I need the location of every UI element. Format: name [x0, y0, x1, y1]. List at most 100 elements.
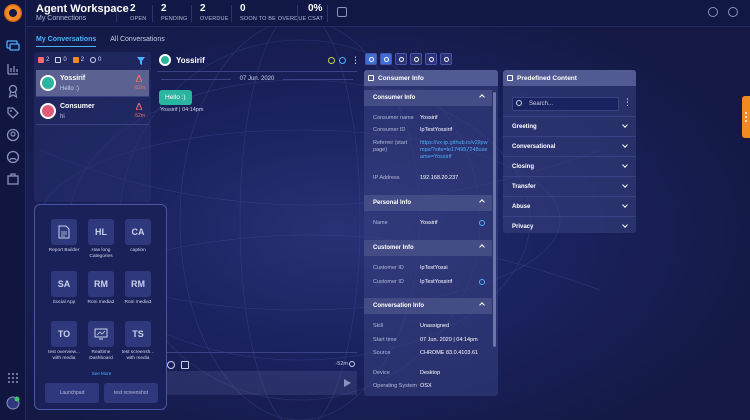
search-input[interactable]: Search... — [512, 97, 619, 111]
status-icon[interactable] — [328, 57, 335, 64]
see-more-link[interactable]: See More — [35, 371, 168, 376]
launchpad-button[interactable]: Launchpad — [45, 383, 99, 403]
category-label: Abuse — [512, 204, 530, 210]
category-conversational[interactable]: Conversational — [503, 136, 636, 156]
help-icon[interactable] — [708, 7, 718, 17]
app-label: Roni media2 — [83, 300, 119, 306]
info-key: Source — [373, 350, 419, 357]
kpi-csat[interactable]: 0% CSAT — [308, 3, 323, 22]
notes-button[interactable] — [395, 53, 407, 65]
agent-avatar[interactable] — [5, 395, 21, 411]
emoji-icon[interactable] — [167, 361, 175, 369]
conversation-name: Yossirif — [60, 75, 85, 82]
avatar — [40, 103, 56, 119]
app-tile: TO — [51, 321, 77, 347]
app-caption[interactable]: CA caption — [120, 219, 156, 254]
expand-icon[interactable] — [337, 7, 347, 17]
app-label: Report Builder — [46, 248, 82, 254]
conversation-item[interactable]: Yossirif Hello :) -52m — [36, 70, 149, 97]
counter-overdue[interactable]: 2 — [73, 57, 84, 63]
chevron-down-icon — [622, 182, 628, 188]
category-greeting[interactable]: Greeting — [503, 116, 636, 136]
category-closing[interactable]: Closing — [503, 156, 636, 176]
counter-waiting[interactable]: 0 — [90, 57, 101, 63]
section-customer-info[interactable]: Customer Info — [364, 240, 492, 256]
counter-value: 0 — [98, 57, 101, 63]
award-icon[interactable] — [5, 83, 21, 99]
info-value: IpTestYossirif — [420, 127, 488, 134]
tag-icon[interactable] — [5, 105, 21, 121]
predefined-content-header: Predefined Content — [503, 70, 636, 86]
app-test-screenshot[interactable]: TS test screensh... with media — [120, 321, 156, 361]
conversation-item[interactable]: Consumer hi -52m — [36, 98, 149, 125]
kpi-pending[interactable]: 2 PENDING — [161, 3, 187, 22]
app-test-overview[interactable]: TO test overview... with media — [46, 321, 82, 361]
category-transfer[interactable]: Transfer — [503, 176, 636, 196]
reports-icon[interactable] — [5, 61, 21, 77]
section-consumer-info[interactable]: Consumer Info — [364, 90, 492, 106]
delete-button[interactable] — [440, 53, 452, 65]
app-has-long-categories[interactable]: HL Has long Categories — [83, 219, 119, 259]
info-key: Consumer ID — [373, 127, 419, 134]
kpi-divider — [327, 5, 328, 22]
logo-icon — [4, 4, 22, 22]
filter-icon[interactable] — [137, 57, 145, 65]
app-label: Has long Categories — [83, 248, 119, 259]
predefined-content-button[interactable] — [380, 53, 392, 65]
scrollbar[interactable] — [493, 92, 496, 347]
canned-responses-icon[interactable] — [181, 361, 189, 369]
app-label: caption — [120, 248, 156, 254]
app-social-app[interactable]: SA Social App — [46, 271, 82, 306]
info-value: Yossirif — [420, 115, 488, 122]
category-label: Closing — [512, 164, 534, 170]
chevron-down-icon — [622, 122, 628, 128]
app-roni-media3[interactable]: RM Roni media3 — [120, 271, 156, 306]
send-icon[interactable] — [344, 379, 351, 387]
app-tile: RM — [88, 271, 114, 297]
kpi-divider — [191, 5, 192, 22]
section-personal-info[interactable]: Personal Info — [364, 195, 492, 211]
check-icon[interactable] — [339, 57, 346, 64]
more-icon[interactable]: ⋮ — [351, 55, 360, 66]
message-bubble: Hello :) — [159, 90, 192, 105]
edit-button[interactable] — [410, 53, 422, 65]
info-key: Skill — [373, 323, 419, 330]
more-icon[interactable]: ⋮ — [623, 97, 632, 108]
info-key: Customer ID — [373, 279, 419, 286]
user-icon[interactable] — [5, 127, 21, 143]
chevron-down-icon — [622, 162, 628, 168]
document-icon — [51, 219, 77, 245]
message-input[interactable] — [157, 371, 357, 395]
conversations-icon[interactable] — [5, 38, 21, 54]
team-icon[interactable] — [5, 149, 21, 165]
counter-urgent[interactable]: 2 — [38, 57, 49, 63]
settings-icon[interactable] — [728, 7, 738, 17]
app-roni-media2[interactable]: RM Roni media2 — [83, 271, 119, 306]
chevron-up-icon — [479, 199, 485, 205]
kpi-value: 2 — [161, 3, 187, 14]
info-key: IP Address — [373, 175, 419, 182]
app-grid-icon[interactable] — [5, 370, 21, 386]
section-conversation-info[interactable]: Conversation Info — [364, 298, 492, 314]
history-button[interactable] — [425, 53, 437, 65]
kpi-open[interactable]: 2 OPEN — [130, 3, 146, 22]
counter-value: 0 — [63, 57, 66, 63]
side-drawer-handle[interactable] — [742, 96, 750, 138]
pinned-app-button[interactable]: test screenshot — [104, 383, 158, 403]
tab-my-conversations[interactable]: My Conversations — [36, 36, 96, 47]
counter-idle[interactable]: 0 — [55, 57, 66, 63]
category-abuse[interactable]: Abuse — [503, 196, 636, 216]
kpi-label: CSAT — [308, 16, 323, 22]
app-realtime-dashboard[interactable]: Realtime Dashboard — [83, 321, 119, 361]
consumer-info-button[interactable] — [365, 53, 377, 65]
chevron-up-icon — [479, 94, 485, 100]
category-label: Privacy — [512, 224, 533, 230]
kpi-value: 2 — [200, 3, 229, 14]
campaign-icon[interactable] — [5, 171, 21, 187]
kpi-value: 0% — [308, 3, 323, 14]
tab-all-conversations[interactable]: All Conversations — [110, 36, 164, 46]
referrer-link[interactable]: https://vx-ip.github.io/v2/lpwmpx/?site=… — [420, 140, 488, 161]
app-report-builder[interactable]: Report Builder — [46, 219, 82, 254]
category-privacy[interactable]: Privacy — [503, 216, 636, 233]
kpi-overdue[interactable]: 2 OVERDUE — [200, 3, 229, 22]
